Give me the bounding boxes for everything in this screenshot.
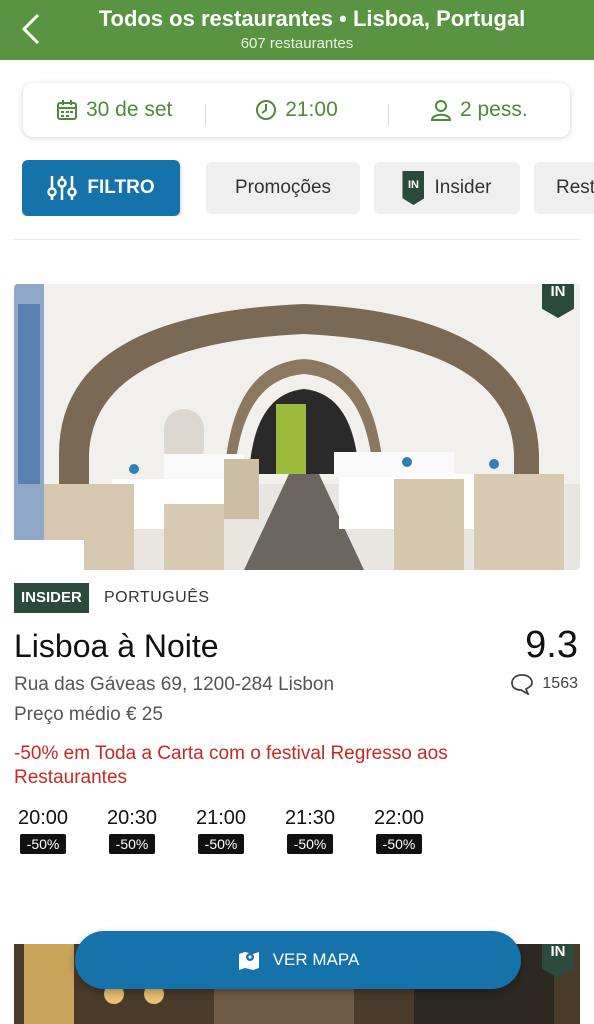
view-map-button[interactable]: VER MAPA bbox=[75, 931, 521, 989]
time-selector[interactable]: 21:00 bbox=[205, 98, 387, 126]
party-size-selector[interactable]: 2 pess. bbox=[387, 98, 570, 126]
slot-discount: -50% bbox=[286, 834, 334, 854]
party-size-value: 2 pess. bbox=[459, 98, 528, 121]
dining-room-image bbox=[14, 284, 580, 570]
promotions-chip[interactable]: Promoções bbox=[206, 162, 360, 214]
results-count: 607 restaurantes bbox=[240, 35, 354, 52]
next-filter-chip[interactable]: Rest bbox=[534, 162, 594, 214]
slot-time: 20:00 bbox=[17, 807, 69, 829]
review-count-value: 1563 bbox=[542, 675, 578, 692]
cuisine-tag: PORTUGUÊS bbox=[104, 589, 210, 606]
average-price: Preço médio € 25 bbox=[14, 704, 163, 725]
restaurant-score: 9.3 bbox=[525, 624, 578, 666]
person-icon bbox=[430, 100, 451, 121]
view-map-label: VER MAPA bbox=[272, 950, 360, 969]
map-icon bbox=[238, 952, 259, 970]
slot-time: 21:00 bbox=[195, 807, 247, 829]
top-header: Todos os restaurantes • Lisboa, Portugal… bbox=[0, 0, 594, 60]
filter-chips: FILTRO Promoções IN Insider Rest bbox=[22, 160, 594, 216]
restaurant-name[interactable]: Lisboa à Noite bbox=[14, 628, 219, 665]
slot-time: 22:00 bbox=[373, 807, 425, 829]
filter-label: FILTRO bbox=[87, 177, 155, 198]
insider-chip[interactable]: IN Insider bbox=[374, 162, 520, 214]
review-count: 1563 bbox=[510, 673, 578, 695]
insider-tag: INSIDER bbox=[14, 583, 89, 613]
insider-badge-icon: IN bbox=[402, 171, 425, 205]
slot-time: 21:30 bbox=[284, 807, 336, 829]
speech-bubble-icon bbox=[511, 674, 534, 695]
time-slot[interactable]: 20:30 -50% bbox=[103, 807, 161, 854]
time-slot[interactable]: 22:00 -50% bbox=[370, 807, 428, 854]
time-value: 21:00 bbox=[285, 98, 338, 121]
filter-button[interactable]: FILTRO bbox=[22, 160, 180, 216]
calendar-icon bbox=[56, 100, 77, 120]
insider-label: Insider bbox=[434, 177, 492, 198]
time-slot[interactable]: 20:00 -50% bbox=[14, 807, 72, 854]
promotion-text: -50% em Toda a Carta com o festival Regr… bbox=[14, 743, 448, 788]
sliders-icon bbox=[47, 176, 78, 200]
restaurant-photo[interactable]: IN bbox=[14, 284, 580, 570]
page-title: Todos os restaurantes • Lisboa, Portugal bbox=[98, 6, 526, 31]
promotions-label: Promoções bbox=[234, 177, 332, 198]
clock-icon bbox=[256, 100, 277, 120]
time-slot[interactable]: 21:30 -50% bbox=[281, 807, 339, 854]
slot-discount: -50% bbox=[19, 834, 67, 854]
restaurant-address: Rua das Gáveas 69, 1200-284 Lisbon bbox=[14, 674, 335, 695]
time-slots: 20:00 -50% 20:30 -50% 21:00 -50% 21:30 -50% … bbox=[14, 807, 428, 854]
time-slot[interactable]: 21:00 -50% bbox=[192, 807, 250, 854]
divider bbox=[14, 239, 580, 240]
slot-time: 20:30 bbox=[106, 807, 158, 829]
date-selector[interactable]: 30 de set bbox=[23, 98, 205, 122]
date-value: 30 de set bbox=[85, 98, 173, 121]
slot-discount: -50% bbox=[108, 834, 156, 854]
slot-discount: -50% bbox=[197, 834, 245, 854]
booking-selector: 30 de set 21:00 2 pess. bbox=[23, 83, 570, 137]
next-filter-label: Rest bbox=[556, 177, 594, 198]
slot-discount: -50% bbox=[375, 834, 423, 854]
